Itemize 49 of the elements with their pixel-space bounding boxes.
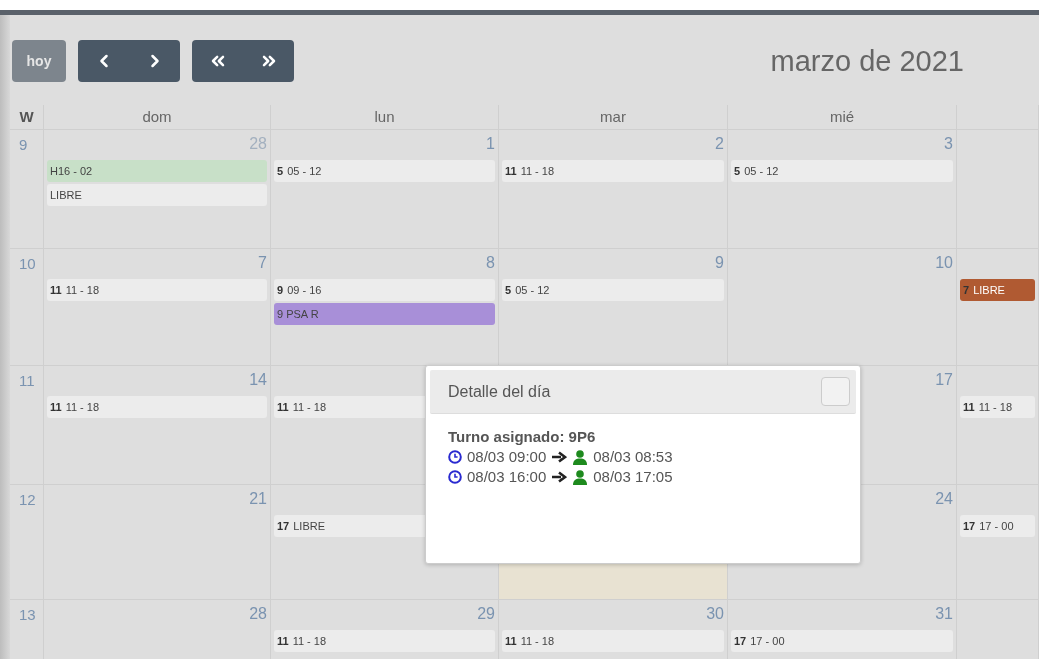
shift-event[interactable]: 7 LIBRE <box>960 279 1035 301</box>
shift-event[interactable]: 11 11 - 18 <box>274 630 495 652</box>
day-cell[interactable]: 28 H16 - 02 LIBRE <box>44 130 271 249</box>
week-header: W <box>10 105 44 130</box>
day-cell[interactable]: 31 17 17 - 00 <box>728 600 957 659</box>
day-cell[interactable]: 2 11 11 - 18 <box>499 130 728 249</box>
weekday-header: mié <box>728 105 957 130</box>
week-number: 11 <box>18 371 35 389</box>
day-cell[interactable]: 9 5 05 - 12 <box>499 249 728 366</box>
shift-event[interactable]: 9 PSA R <box>274 303 495 325</box>
shift-event[interactable]: LIBRE <box>47 184 267 206</box>
week-number: 9 <box>18 135 28 153</box>
actual-time: 08/03 08:53 <box>593 448 673 465</box>
week-number: 13 <box>18 605 36 623</box>
day-cell[interactable]: 3 5 05 - 12 <box>728 130 957 249</box>
person-icon <box>572 468 589 485</box>
day-cell[interactable]: 8 9 09 - 16 9 PSA R <box>271 249 499 366</box>
shift-event[interactable]: 11 11 - 18 <box>960 396 1035 418</box>
calendar-title: marzo de 2021 <box>770 44 964 78</box>
person-icon <box>572 448 589 465</box>
shift-event[interactable]: 5 05 - 12 <box>274 160 495 182</box>
day-cell[interactable]: 29 11 11 - 18 <box>271 600 499 659</box>
arrow-icon <box>551 470 568 483</box>
shift-event[interactable]: 5 05 - 12 <box>502 279 724 301</box>
day-cell[interactable]: 7 LIBRE <box>957 249 1039 366</box>
day-cell[interactable]: 14 11 11 - 18 <box>44 366 271 485</box>
shift-event[interactable]: 17 17 - 00 <box>960 515 1035 537</box>
shift-event[interactable]: 11 11 - 18 <box>47 396 267 418</box>
weekday-header: mar <box>499 105 728 130</box>
shift-event[interactable]: 5 05 - 12 <box>731 160 953 182</box>
shift-event[interactable]: 9 09 - 16 <box>274 279 495 301</box>
weekday-header: dom <box>44 105 271 130</box>
week-number: 12 <box>18 490 36 508</box>
clock-icon <box>448 469 462 484</box>
weekday-header: lun <box>271 105 499 130</box>
day-cell[interactable]: 30 11 11 - 18 <box>499 600 728 659</box>
shift-event[interactable]: 11 11 - 18 <box>47 279 267 301</box>
shift-event[interactable]: 11 11 - 18 <box>502 630 724 652</box>
week-number: 10 <box>18 254 36 272</box>
day-cell[interactable]: 17 17 - 00 <box>957 485 1039 600</box>
shift-event[interactable]: 17 17 - 00 <box>731 630 953 652</box>
arrow-icon <box>551 450 568 463</box>
actual-time: 08/03 17:05 <box>593 468 673 485</box>
day-cell[interactable]: 11 11 - 18 <box>957 366 1039 485</box>
shift-event[interactable]: H16 - 02 <box>47 160 267 182</box>
day-cell[interactable]: 1 5 05 - 12 <box>271 130 499 249</box>
clock-icon <box>448 449 462 464</box>
day-cell[interactable]: 7 11 11 - 18 <box>44 249 271 366</box>
shift-event[interactable]: 11 11 - 18 <box>502 160 724 182</box>
